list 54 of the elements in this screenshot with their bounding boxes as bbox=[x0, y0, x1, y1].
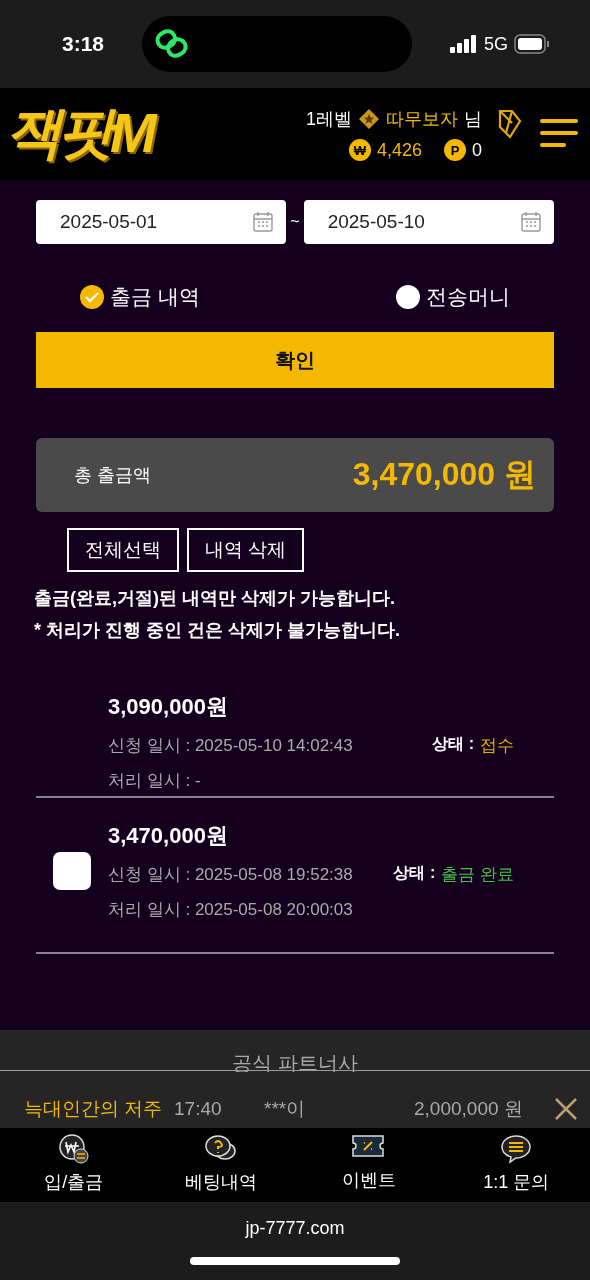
record-amount: 3,090,000원 bbox=[108, 693, 229, 721]
start-date-field[interactable]: 2025-05-01 bbox=[36, 200, 287, 244]
money-balance: 4,426 bbox=[376, 139, 422, 161]
level-label: 1레벨 bbox=[306, 108, 352, 131]
username: 따무보자 bbox=[386, 108, 458, 131]
confirm-button[interactable]: 확인 bbox=[36, 332, 554, 388]
total-amount: 3,470,000 원 bbox=[352, 455, 536, 494]
request-time: 신청 일시 : 2025-05-10 14:02:43 bbox=[108, 735, 353, 757]
record-amount: 3,470,000원 bbox=[108, 822, 229, 850]
status-time: 3:18 bbox=[62, 32, 105, 56]
radio-option[interactable]: 출금 내역 bbox=[80, 280, 295, 314]
tab-bar-item[interactable]: 1:1 문의 bbox=[442, 1128, 590, 1202]
won-coin-icon: ₩ bbox=[348, 139, 371, 161]
chat-icon bbox=[500, 1134, 533, 1164]
ticker-user: ***이 bbox=[264, 1096, 307, 1121]
total-label: 총 출금액 bbox=[74, 464, 151, 487]
checkbox[interactable] bbox=[53, 852, 91, 890]
ticker-game: 늑대인간의 저주 bbox=[24, 1096, 164, 1121]
date-separator: ~ bbox=[290, 213, 300, 231]
ribbon-icon[interactable] bbox=[496, 107, 524, 139]
calendar-icon bbox=[520, 211, 542, 233]
close-icon[interactable] bbox=[554, 1096, 578, 1121]
point-balance: 0 bbox=[472, 139, 482, 161]
ticker-time: 17:40 bbox=[174, 1097, 223, 1120]
tab-bar-item[interactable]: 베팅내역 bbox=[147, 1128, 295, 1202]
status-value: 출금 완료 bbox=[441, 864, 514, 886]
check-icon bbox=[85, 291, 99, 303]
notice-text: * 처리가 진행 중인 건은 삭제가 불가능합니다. bbox=[34, 619, 401, 642]
link-icon bbox=[154, 28, 190, 60]
tab-bar-item[interactable]: 입/출금 bbox=[0, 1128, 148, 1202]
logo[interactable]: 잭팟M bbox=[6, 96, 153, 172]
process-time: 처리 일시 : 2025-05-08 20:00:03 bbox=[108, 899, 353, 921]
request-time: 신청 일시 : 2025-05-08 19:52:38 bbox=[108, 864, 353, 886]
calendar-icon bbox=[252, 211, 275, 233]
point-coin-icon: P bbox=[444, 139, 466, 161]
status-label: 상태 : bbox=[432, 734, 474, 754]
status-value: 접수 bbox=[480, 735, 514, 757]
signal-icon bbox=[449, 35, 478, 53]
radio-option[interactable]: 전송머니 bbox=[295, 280, 510, 314]
action-button[interactable]: 내역 삭제 bbox=[187, 528, 305, 572]
process-time: 처리 일시 : - bbox=[108, 770, 201, 792]
level-badge-icon bbox=[358, 108, 380, 130]
status-label: 상태 : bbox=[393, 863, 436, 883]
battery-icon bbox=[514, 34, 550, 54]
tab-bar-item[interactable]: 이벤트 bbox=[295, 1128, 443, 1202]
action-button[interactable]: 전체선택 bbox=[67, 528, 179, 572]
currency-exchange-icon bbox=[57, 1134, 90, 1164]
network-label: 5G bbox=[483, 33, 508, 55]
ticker-amount: 2,000,000 원 bbox=[414, 1096, 524, 1121]
menu-icon[interactable] bbox=[540, 119, 578, 149]
url-text[interactable]: jp-7777.com bbox=[245, 1218, 345, 1239]
notice-text: 출금(완료,거절)된 내역만 삭제가 가능합니다. bbox=[34, 587, 396, 610]
end-date-field[interactable]: 2025-05-10 bbox=[303, 200, 554, 244]
honorific-label: 님 bbox=[464, 108, 482, 131]
